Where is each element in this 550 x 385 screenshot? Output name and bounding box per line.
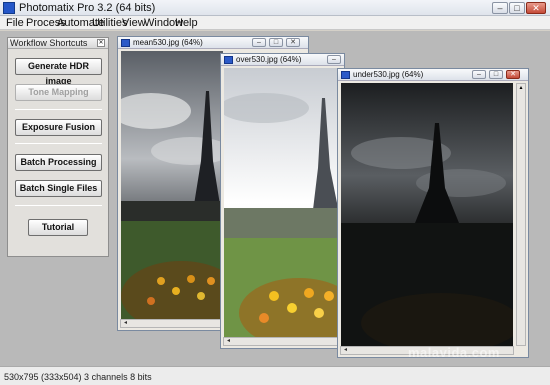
window-close-button[interactable]: ✕ <box>506 70 520 79</box>
tutorial-button[interactable]: Tutorial <box>28 219 88 236</box>
image-window-titlebar[interactable]: mean530.jpg (64%) – □ ✕ <box>118 37 308 49</box>
image-window-over[interactable]: over530.jpg (64%) – ◂ <box>220 53 345 349</box>
status-text: 530x795 (333x504) 3 channels 8 bits <box>4 372 152 382</box>
batch-processing-button[interactable]: Batch Processing <box>15 154 102 171</box>
scroll-left-icon[interactable]: ◂ <box>121 320 130 327</box>
menu-bar: File Process Automate Utilities View Win… <box>0 16 550 30</box>
scroll-up-icon[interactable]: ▴ <box>517 84 525 92</box>
image-window-titlebar[interactable]: over530.jpg (64%) – <box>221 54 344 66</box>
window-minimize-button[interactable]: – <box>252 38 266 47</box>
image-file-icon <box>121 39 130 47</box>
horizontal-scrollbar[interactable]: ◂ <box>223 337 342 346</box>
batch-single-files-button[interactable]: Batch Single Files <box>15 180 102 197</box>
scroll-left-icon[interactable]: ◂ <box>341 347 350 354</box>
photomatix-app-icon <box>3 2 15 14</box>
image-file-icon <box>224 56 233 64</box>
panel-divider <box>15 143 102 144</box>
menu-view[interactable]: View <box>122 17 146 29</box>
panel-divider <box>15 205 102 206</box>
under-exposure-photo <box>341 83 513 348</box>
minimize-button[interactable]: – <box>492 2 508 14</box>
window-maximize-button[interactable]: □ <box>269 38 283 47</box>
window-close-button[interactable]: ✕ <box>286 38 300 47</box>
tone-mapping-button[interactable]: Tone Mapping <box>15 84 102 101</box>
generate-hdr-button[interactable]: Generate HDR image <box>15 58 102 86</box>
workflow-shortcuts-panel: Workflow Shortcuts ✕ Generate HDR image … <box>7 37 109 257</box>
app-title: Photomatix Pro 3.2 (64 bits) <box>19 2 156 14</box>
panel-header: Workflow Shortcuts ✕ <box>8 38 108 49</box>
panel-title: Workflow Shortcuts <box>10 38 88 48</box>
vertical-scrollbar[interactable]: ▴ <box>516 83 526 346</box>
image-window-titlebar[interactable]: under530.jpg (64%) – □ ✕ <box>338 69 528 81</box>
maximize-button[interactable]: □ <box>509 2 525 14</box>
image-file-icon <box>341 71 350 79</box>
panel-close-icon[interactable]: ✕ <box>97 39 105 47</box>
panel-divider <box>15 109 102 110</box>
app-titlebar: Photomatix Pro 3.2 (64 bits) – □ ✕ <box>0 0 550 16</box>
image-window-title: mean530.jpg (64%) <box>133 38 203 47</box>
status-bar: 530x795 (333x504) 3 channels 8 bits <box>0 366 550 385</box>
image-window-title: over530.jpg (64%) <box>236 55 302 64</box>
scroll-left-icon[interactable]: ◂ <box>224 338 233 345</box>
over-exposure-photo <box>224 68 340 338</box>
image-window-title: under530.jpg (64%) <box>353 70 424 79</box>
watermark: malavida.com <box>408 345 500 360</box>
menu-file[interactable]: File <box>6 17 24 29</box>
close-button[interactable]: ✕ <box>526 2 546 14</box>
window-minimize-button[interactable]: – <box>472 70 486 79</box>
window-maximize-button[interactable]: □ <box>489 70 503 79</box>
exposure-fusion-button[interactable]: Exposure Fusion <box>15 119 102 136</box>
menu-help[interactable]: Help <box>175 17 198 29</box>
image-window-under[interactable]: under530.jpg (64%) – □ ✕ ▴ ◂ <box>337 68 529 358</box>
window-minimize-button[interactable]: – <box>327 55 341 64</box>
mean-exposure-photo <box>121 51 223 321</box>
